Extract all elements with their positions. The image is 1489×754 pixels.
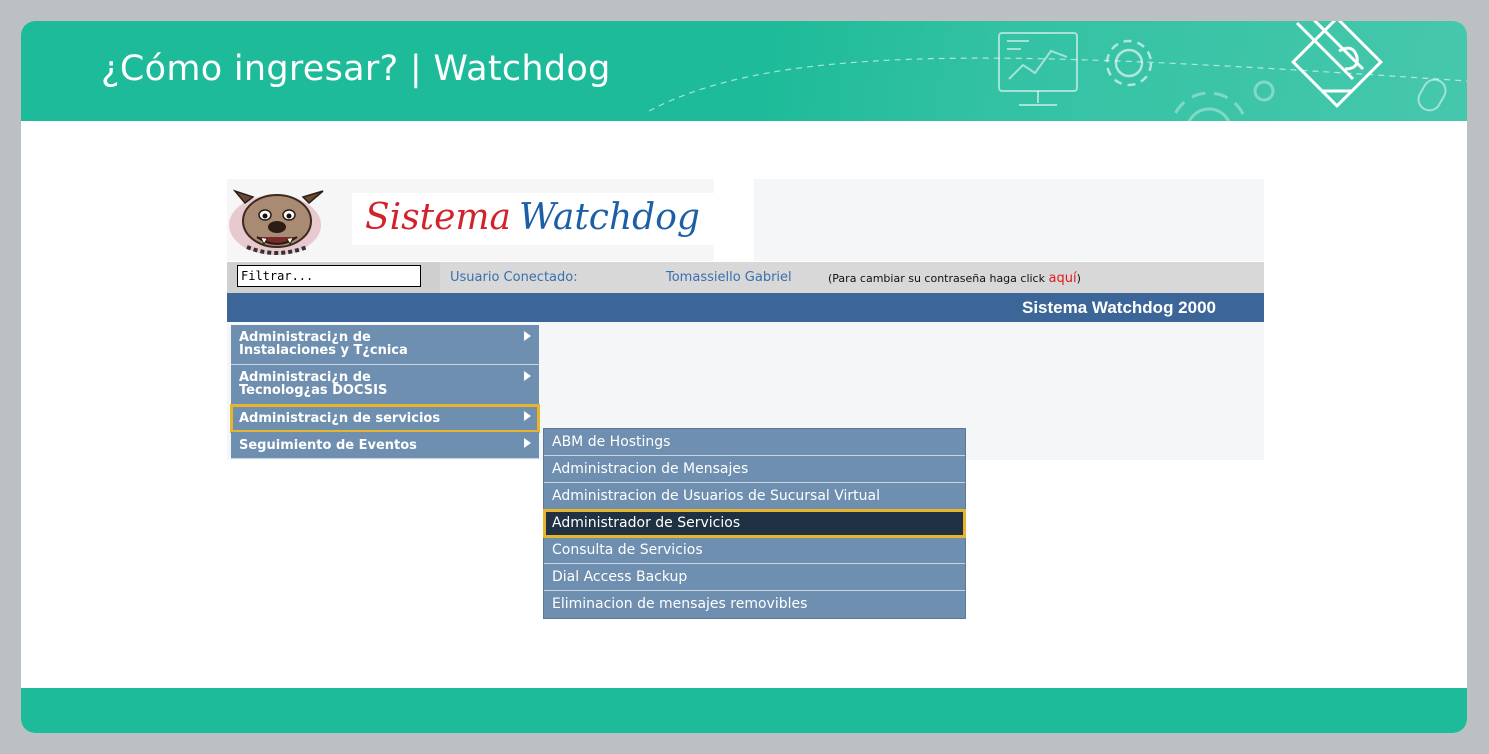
services-submenu: ABM de Hostings Administracion de Mensaj…: [543, 428, 966, 619]
gear-large-icon: [1170, 80, 1275, 121]
menu-item-docsis[interactable]: Administraci¿n de Tecnolog¿as DOCSIS: [231, 365, 539, 405]
bulldog-icon: [229, 189, 324, 255]
logo-area: Sistema Watchdog: [227, 179, 714, 261]
menu-item-servicios[interactable]: Administraci¿n de servicios: [230, 404, 540, 433]
submenu-arrow-icon: [524, 331, 531, 341]
filter-area: [227, 262, 440, 293]
mouse-icon: [1417, 78, 1447, 112]
slide-title: ¿Cómo ingresar? | Watchdog: [101, 49, 611, 89]
change-password-suffix: ): [1076, 272, 1081, 285]
filter-input[interactable]: [237, 265, 421, 287]
submenu-arrow-icon: [524, 411, 531, 421]
watchdog-app-screenshot: Sistema Watchdog Usuario Conectado: Toma…: [217, 179, 1267, 619]
header-right-blank: [754, 179, 1264, 261]
menu-item-label-line2: Instalaciones y T¿cnica: [239, 343, 408, 358]
menu-item-eventos[interactable]: Seguimiento de Eventos: [231, 432, 539, 459]
slide-footer: [21, 688, 1467, 733]
menu-item-label-line2: Tecnolog¿as DOCSIS: [239, 383, 388, 398]
submenu-item-abm-hostings[interactable]: ABM de Hostings: [544, 429, 965, 456]
pencil-diamond-icon: [1291, 21, 1383, 108]
connected-user-label: Usuario Conectado:: [450, 270, 578, 285]
connected-user-name: Tomassiello Gabriel: [666, 270, 792, 285]
monitor-chart-icon: [998, 32, 1078, 106]
submenu-item-administrador-servicios[interactable]: Administrador de Servicios: [543, 509, 966, 538]
logo-word-sistema: Sistema: [365, 197, 512, 238]
change-password-text: (Para cambiar su contraseña haga click a…: [828, 271, 1081, 286]
submenu-item-admin-usuarios-sucursal[interactable]: Administracion de Usuarios de Sucursal V…: [544, 483, 965, 510]
submenu-item-dial-access-backup[interactable]: Dial Access Backup: [544, 564, 965, 591]
change-password-prefix: (Para cambiar su contraseña haga click: [828, 272, 1045, 285]
gear-icon: [1105, 39, 1153, 87]
logo-word-watchdog: Watchdog: [519, 197, 700, 238]
slide-header: ¿Cómo ingresar? | Watchdog: [21, 21, 1467, 121]
slide: ¿Cómo ingresar? | Watchdog Sistema Watch…: [21, 21, 1467, 733]
main-menu: Administraci¿n de Instalaciones y T¿cnic…: [230, 325, 540, 459]
system-title: Sistema Watchdog 2000: [1022, 298, 1216, 317]
submenu-arrow-icon: [524, 438, 531, 448]
menu-item-instalaciones[interactable]: Administraci¿n de Instalaciones y T¿cnic…: [231, 325, 539, 365]
submenu-arrow-icon: [524, 371, 531, 381]
system-title-bar: Sistema Watchdog 2000: [227, 293, 1264, 322]
menu-item-label: Seguimiento de Eventos: [239, 438, 417, 453]
submenu-item-eliminacion-mensajes[interactable]: Eliminacion de mensajes removibles: [544, 591, 965, 618]
submenu-item-admin-mensajes[interactable]: Administracion de Mensajes: [544, 456, 965, 483]
change-password-link[interactable]: aquí: [1048, 271, 1076, 286]
menu-item-label: Administraci¿n de servicios: [239, 411, 441, 426]
user-bar: Usuario Conectado: Tomassiello Gabriel (…: [227, 262, 1264, 293]
submenu-item-consulta-servicios[interactable]: Consulta de Servicios: [544, 537, 965, 564]
